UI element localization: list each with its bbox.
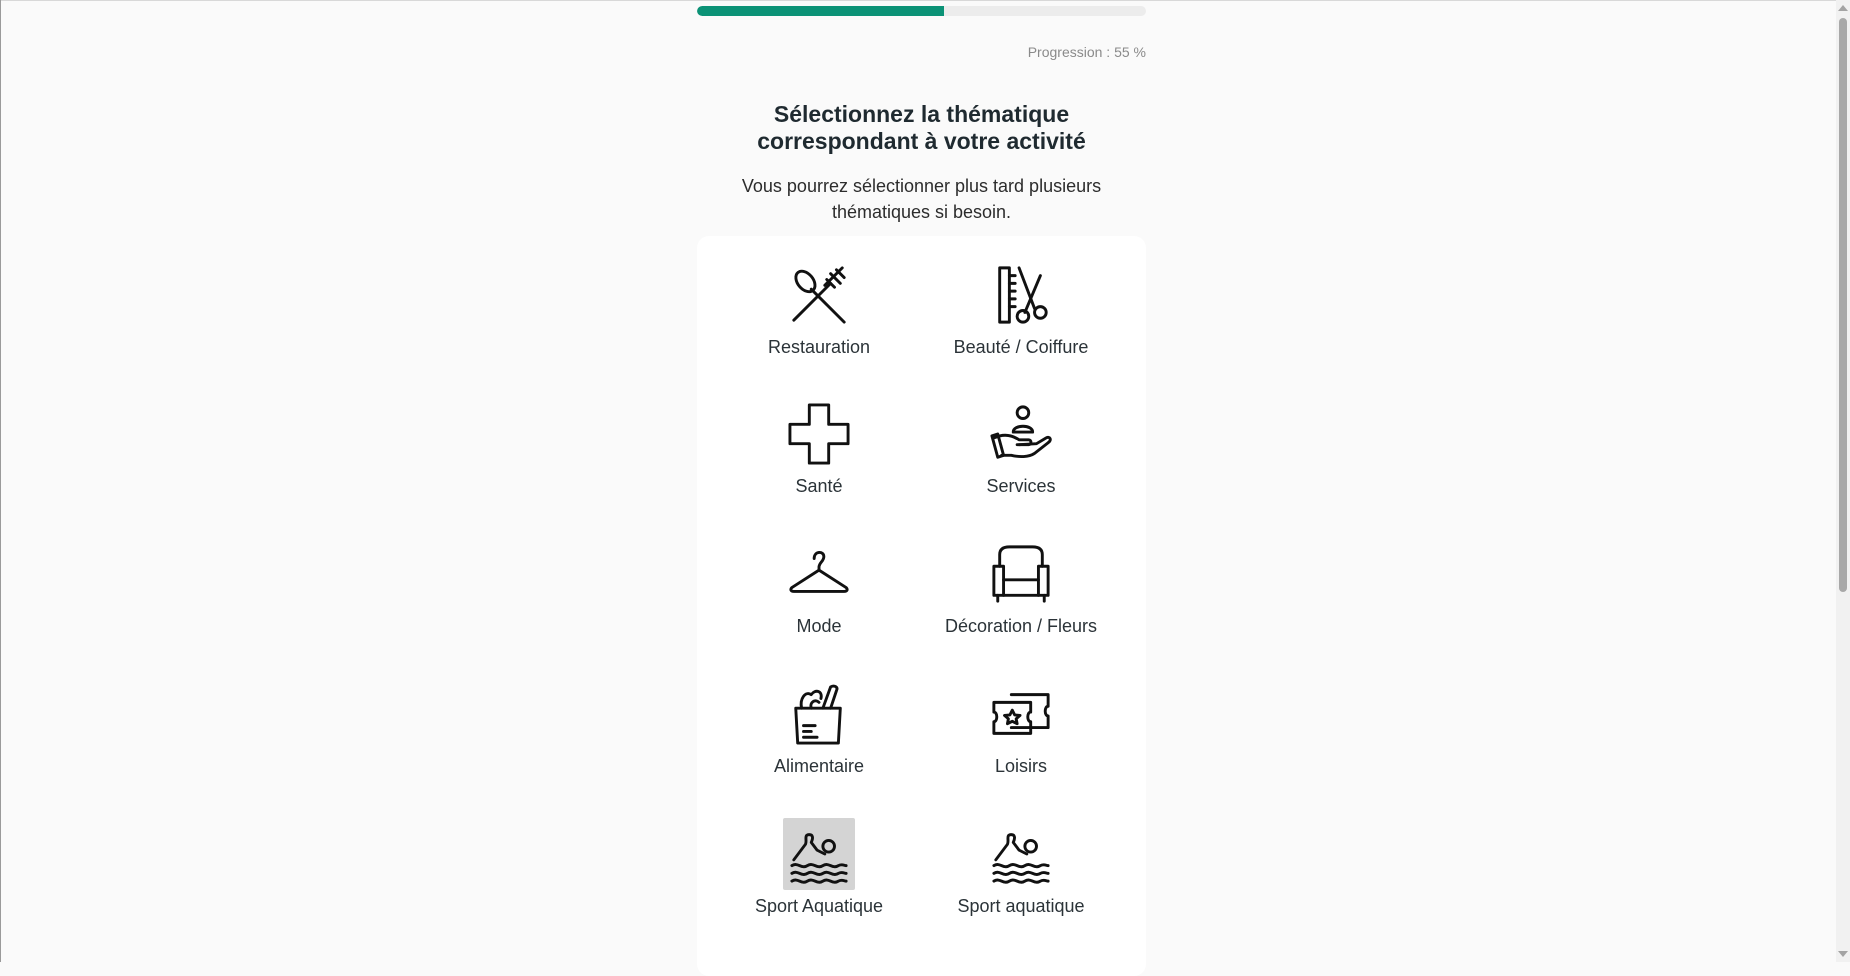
scroll-up-arrow-icon[interactable] (1838, 5, 1848, 11)
swimmer-icon (985, 818, 1057, 890)
theme-label: Loisirs (994, 756, 1047, 776)
theme-label: Beauté / Coiffure (953, 337, 1089, 357)
spoon-fork-icon (783, 259, 855, 331)
window-left-border (0, 0, 1, 962)
progress-bar-fill (697, 6, 944, 16)
theme-option-restauration[interactable]: Restauration (719, 241, 919, 361)
theme-option-services[interactable]: Services (921, 380, 1121, 500)
scrollbar-thumb[interactable] (1839, 18, 1847, 592)
medical-cross-icon (783, 398, 855, 470)
theme-option-sport-aquatique-2[interactable]: Sport aquatique (921, 800, 1121, 920)
page-scrollbar[interactable] (1836, 0, 1850, 962)
grocery-bag-icon (783, 678, 855, 750)
theme-option-loisirs[interactable]: Loisirs (921, 660, 1121, 780)
theme-option-decoration-fleurs[interactable]: Décoration / Fleurs (921, 520, 1121, 640)
page-subtitle-line-1: Vous pourrez sélectionner plus tard plus… (741, 176, 1102, 196)
comb-scissors-icon (985, 259, 1057, 331)
theme-label: Restauration (767, 337, 871, 357)
theme-option-mode[interactable]: Mode (719, 520, 919, 640)
theme-label: Santé (795, 476, 843, 496)
page-title: Sélectionnez la thématique correspondant… (697, 101, 1146, 155)
ticket-icon (985, 678, 1057, 750)
theme-label: Sport aquatique (957, 896, 1085, 916)
page-title-line-2: correspondant à votre activité (757, 128, 1086, 154)
page-title-line-1: Sélectionnez la thématique (773, 101, 1070, 127)
scroll-down-arrow-icon[interactable] (1838, 951, 1848, 957)
progress-bar (697, 6, 1146, 16)
theme-option-alimentaire[interactable]: Alimentaire (719, 660, 919, 780)
theme-label: Mode (796, 616, 842, 636)
hanger-icon (783, 538, 855, 610)
swimmer-icon (783, 818, 855, 890)
page-subtitle-line-2: thématiques si besoin. (831, 202, 1012, 222)
hand-person-icon (985, 398, 1057, 470)
theme-selection-card: Restauration Beauté / Coiffure Santé Ser… (697, 236, 1146, 976)
theme-label: Sport Aquatique (754, 896, 884, 916)
page-subtitle: Vous pourrez sélectionner plus tard plus… (697, 173, 1146, 225)
window-top-border (0, 0, 1850, 1)
theme-label: Services (986, 476, 1056, 496)
progress-label: Progression : 55 % (1027, 44, 1146, 60)
theme-option-sante[interactable]: Santé (719, 380, 919, 500)
theme-option-sport-aquatique-1[interactable]: Sport Aquatique (719, 800, 919, 920)
armchair-icon (985, 538, 1057, 610)
theme-label: Alimentaire (773, 756, 865, 776)
theme-label: Décoration / Fleurs (944, 616, 1098, 636)
theme-option-beaute-coiffure[interactable]: Beauté / Coiffure (921, 241, 1121, 361)
